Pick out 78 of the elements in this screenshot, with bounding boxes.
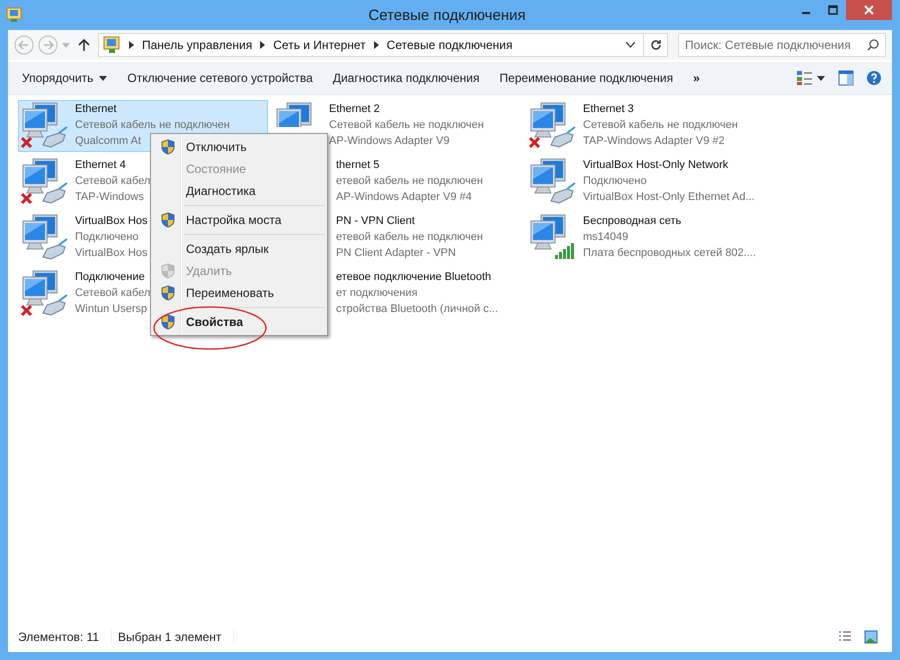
connection-status: Подключено — [583, 174, 647, 189]
adapter-name: стройства Bluetooth (личной с... — [336, 302, 498, 317]
shield-icon — [160, 212, 174, 228]
connection-item[interactable]: VirtualBox Host-Only Network Подключено VirtualBox Host-Only Ethernet Ad... — [526, 156, 776, 208]
view-list-icon — [796, 70, 826, 86]
toolbar-button[interactable]: Упорядочить — [12, 67, 118, 89]
toolbar-button[interactable]: Переименование подключения — [490, 67, 684, 89]
item-count: Элементов: 11 — [12, 630, 112, 644]
connection-name: Ethernet 4 — [75, 158, 126, 173]
shield-icon — [160, 285, 174, 301]
toolbar-button[interactable]: Диагностика подключения — [322, 67, 490, 89]
toolbar-button[interactable]: Отключение сетевого устройства — [117, 67, 323, 89]
shield-icon — [160, 263, 174, 279]
breadcrumb[interactable]: Панель управления — [142, 38, 252, 52]
connection-name: Ethernet — [75, 102, 117, 117]
connection-status: Сетевой кабель не подключен — [329, 118, 484, 133]
shield-icon — [160, 314, 174, 330]
adapter-name: Qualcomm At — [75, 134, 142, 149]
search-field[interactable]: Поиск: Сетевые подключения — [678, 33, 886, 57]
close-icon — [864, 5, 874, 15]
chevron-icon[interactable] — [260, 41, 266, 49]
image-icon — [864, 630, 878, 644]
shield-icon — [160, 139, 174, 155]
connection-status: етевой кабель не подключен — [336, 174, 483, 189]
connection-status: ет подключения — [336, 286, 418, 301]
close-button[interactable] — [846, 0, 892, 20]
help-icon — [866, 70, 882, 86]
caret-icon — [99, 76, 108, 80]
connection-status: Сетевой кабель не подключен — [75, 118, 230, 133]
menu-item[interactable]: Переименовать — [151, 282, 327, 304]
more-button[interactable]: » — [683, 67, 710, 89]
adapter-name: TAP-Windows — [75, 190, 144, 205]
refresh-icon — [650, 39, 661, 51]
adapter-name: AP-Windows Adapter V9 — [329, 134, 450, 149]
connection-name: Ethernet 2 — [329, 102, 380, 117]
chevron-icon[interactable] — [129, 41, 134, 49]
adapter-name: VirtualBox Host-Only Ethernet Ad... — [583, 190, 755, 205]
breadcrumb[interactable]: Сеть и Интернет — [273, 38, 366, 52]
connection-name: Подключение — [75, 270, 145, 285]
connection-name: PN - VPN Client — [336, 214, 415, 229]
selection-count: Выбран 1 элемент — [112, 630, 234, 644]
pane-icon — [838, 70, 854, 86]
maximize-icon — [828, 5, 838, 15]
adapter-name: VirtualBox Hos — [75, 246, 148, 261]
breadcrumb[interactable]: Сетевые подключения — [386, 38, 512, 52]
connection-name: Беспроводная сеть — [583, 214, 682, 229]
menu-item[interactable]: Свойства — [151, 311, 327, 333]
search-icon — [867, 39, 879, 51]
menu-item[interactable]: Настройка моста — [151, 209, 327, 231]
menu-item[interactable]: Создать ярлык — [151, 238, 327, 260]
connection-name: thernet 5 — [336, 158, 380, 173]
connection-item[interactable]: Беспроводная сеть ms14049 Плата беспроводных сетей 802.... — [526, 212, 776, 264]
connection-name: Ethernet 3 — [583, 102, 634, 117]
connection-status: етевой кабель не подключен — [336, 230, 483, 245]
connection-status: Сетевой кабел — [75, 174, 150, 189]
connection-item[interactable]: Ethernet 3 Сетевой кабель не подключен TAP-Windows Adapter V9 #2 — [526, 100, 776, 152]
connection-status: Сетевой кабел — [75, 286, 150, 301]
adapter-name: Плата беспроводных сетей 802.... — [583, 246, 756, 261]
connection-status: ms14049 — [583, 230, 628, 245]
connection-name: етевое подключение Bluetooth — [336, 270, 492, 285]
network-folder-icon — [6, 7, 22, 23]
menu-item[interactable]: Диагностика — [151, 180, 327, 202]
adapter-name: TAP-Windows Adapter V9 #2 — [583, 134, 725, 149]
adapter-name: Wintun Usersp — [75, 302, 148, 317]
minimize-icon — [802, 12, 810, 14]
adapter-name: PN Client Adapter - VPN — [336, 246, 456, 261]
connection-name: VirtualBox Host-Only Network — [583, 158, 728, 173]
connection-status: Подключено — [75, 230, 139, 245]
window-title: Сетевые подключения — [367, 6, 527, 24]
address-bar[interactable]: Панель управления Сеть и Интернет Сетевые подключения — [98, 33, 668, 57]
up-button[interactable] — [78, 38, 90, 52]
control-panel-icon — [103, 36, 121, 54]
dropdown-icon[interactable] — [626, 42, 635, 48]
up-arrow-icon — [78, 38, 90, 52]
chevron-icon[interactable] — [374, 41, 379, 49]
connection-status: Сетевой кабель не подключен — [583, 118, 738, 133]
adapter-name: AP-Windows Adapter V9 #4 — [336, 190, 472, 205]
connection-name: VirtualBox Hos — [75, 214, 148, 229]
